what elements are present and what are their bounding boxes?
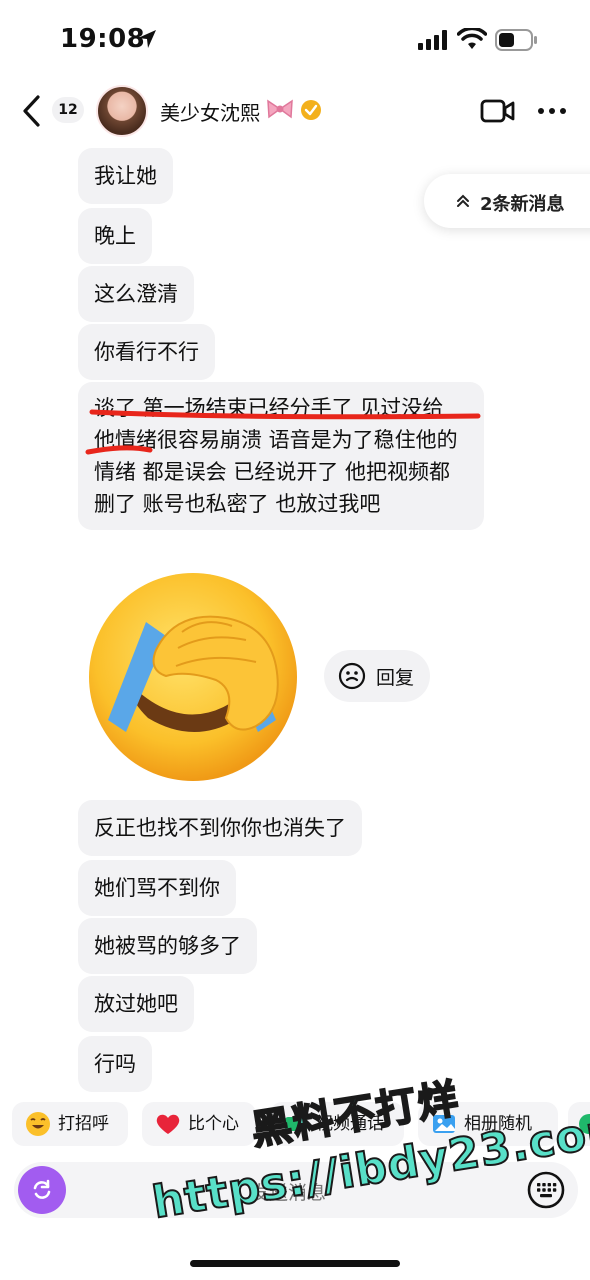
location-arrow-icon [138, 30, 156, 48]
message-input-bar[interactable]: 发送消息 [14, 1162, 578, 1218]
more-options-icon[interactable] [536, 106, 568, 116]
pink-bow-icon [267, 99, 293, 119]
home-indicator[interactable] [190, 1260, 400, 1267]
keyboard-icon[interactable] [526, 1170, 566, 1210]
battery-icon [495, 29, 537, 51]
facepalm-emoji-sticker[interactable] [86, 570, 300, 784]
message-bubble-long[interactable]: 谈了 第一场结束已经分手了 见过没给 他情绪很容易崩溃 语音是为了稳住他的情绪 … [78, 382, 484, 530]
quick-action-album[interactable]: 相册随机 [418, 1102, 558, 1146]
message-bubble[interactable]: 晚上 [78, 208, 152, 264]
message-bubble[interactable]: 我让她 [78, 148, 173, 204]
message-bubble[interactable]: 放过她吧 [78, 976, 194, 1032]
status-bar: 19:08 [0, 0, 590, 80]
camera-button[interactable] [18, 1166, 66, 1214]
quick-action-video-call[interactable]: 视频通话 [270, 1102, 404, 1146]
video-call-icon [285, 1117, 307, 1131]
smile-face-icon [338, 662, 366, 690]
chat-header: 12 美少女沈熙 [0, 82, 590, 140]
double-chevron-up-icon [457, 194, 469, 207]
back-chevron-icon[interactable] [20, 94, 44, 128]
quick-action-more[interactable] [568, 1102, 590, 1146]
message-input-placeholder[interactable]: 发送消息 [250, 1178, 326, 1205]
cellular-signal-icon [418, 30, 447, 50]
heart-icon [156, 1114, 180, 1134]
quick-action-label: 视频通话 [316, 1114, 384, 1134]
unread-count-badge: 12 [52, 97, 84, 123]
message-bubble[interactable]: 她被骂的够多了 [78, 918, 257, 974]
new-messages-pill[interactable]: 2条新消息 [424, 174, 590, 228]
green-action-icon [579, 1114, 590, 1134]
verified-badge-icon [301, 100, 321, 120]
video-call-icon[interactable] [480, 98, 516, 124]
new-messages-label: 2条新消息 [480, 194, 565, 215]
quick-action-label: 比个心 [188, 1114, 239, 1134]
quick-action-greet[interactable]: 打招呼 [12, 1102, 128, 1146]
reply-button[interactable]: 回复 [324, 650, 430, 702]
message-bubble[interactable]: 行吗 [78, 1036, 152, 1092]
grin-emoji-icon [26, 1112, 50, 1136]
quick-action-label: 打招呼 [58, 1114, 109, 1134]
message-bubble[interactable]: 反正也找不到你你也消失了 [78, 800, 362, 856]
quick-action-heart[interactable]: 比个心 [142, 1102, 256, 1146]
contact-avatar[interactable] [96, 85, 148, 137]
message-bubble[interactable]: 她们骂不到你 [78, 860, 236, 916]
wifi-icon [457, 28, 487, 49]
message-bubble[interactable]: 你看行不行 [78, 324, 215, 380]
reply-label: 回复 [376, 667, 415, 689]
album-icon [433, 1115, 455, 1133]
message-bubble[interactable]: 这么澄清 [78, 266, 194, 322]
camera-refresh-icon [33, 1179, 51, 1199]
quick-action-label: 相册随机 [464, 1114, 532, 1134]
contact-name[interactable]: 美少女沈熙 [160, 97, 260, 126]
status-time: 19:08 [60, 24, 146, 54]
